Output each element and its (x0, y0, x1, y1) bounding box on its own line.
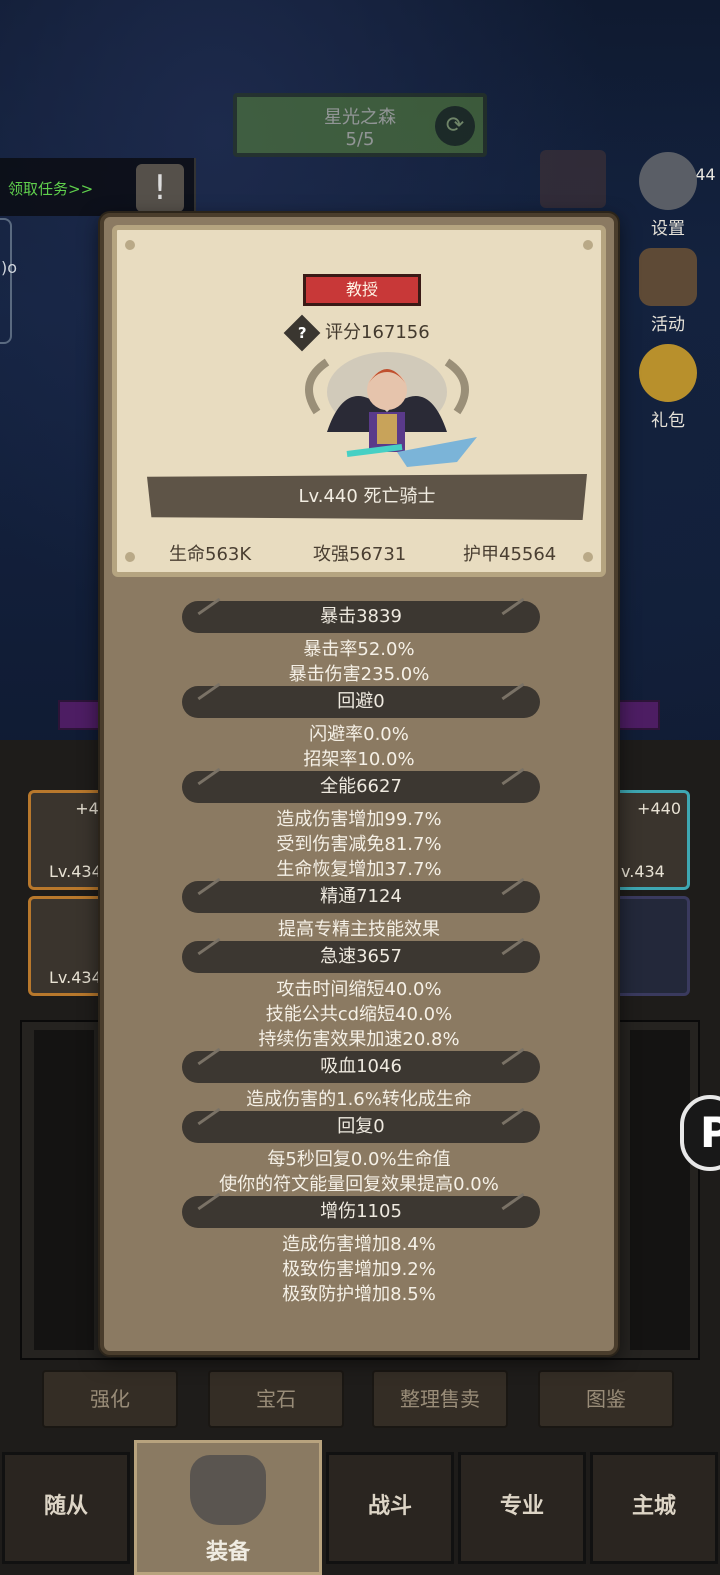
attr-line: 极致防护增加8.5% (282, 1284, 436, 1305)
attr-line: 受到伤害减免81.7% (276, 834, 442, 855)
equipment-level: Lv.434 (49, 862, 102, 881)
helmet-icon (190, 1455, 266, 1525)
attr-line: 生命恢复增加37.7% (276, 859, 442, 880)
inventory-column (34, 1030, 94, 1350)
floating-p-button[interactable]: P (680, 1095, 720, 1171)
settings-label: 设置 (651, 219, 685, 239)
settings-button[interactable]: 设置 (628, 152, 708, 239)
sort-sell-button[interactable]: 整理售卖 (372, 1370, 508, 1428)
attr-line: 每5秒回复0.0%生命值 (267, 1149, 451, 1170)
attr-line: 技能公共cd缩短40.0% (265, 1004, 453, 1025)
attr-header-crit: 暴击3839 (182, 597, 540, 633)
attr-line: 持续伤害效果加速20.8% (258, 1029, 460, 1050)
quest-box[interactable]: 领取任务>> ! (0, 158, 196, 216)
equipment-level: Lv.434 (49, 968, 102, 987)
tab-followers[interactable]: 随从 (2, 1452, 130, 1564)
refresh-icon[interactable]: ⟳ (435, 106, 475, 146)
quest-link[interactable]: 领取任务>> (8, 178, 93, 199)
attr-line: 造成伤害增加99.7% (276, 809, 442, 830)
codex-button[interactable]: 图鉴 (538, 1370, 674, 1428)
side-panel-text: )o (1, 258, 18, 277)
activity-button[interactable]: 活动 (628, 248, 708, 335)
attr-line: 招架率10.0% (303, 749, 415, 770)
attr-line: 暴击伤害235.0% (288, 664, 430, 685)
gift-button[interactable]: 礼包 (628, 344, 708, 431)
attr-header-lifesteal: 吸血1046 (182, 1047, 540, 1083)
attr-header-regen: 回复0 (182, 1107, 540, 1143)
attr-header-dodge: 回避0 (182, 682, 540, 718)
attr-line: 攻击时间缩短40.0% (276, 979, 442, 1000)
tab-battle[interactable]: 战斗 (326, 1452, 454, 1564)
attr-header-damage-bonus: 增伤1105 (182, 1192, 540, 1228)
side-panel[interactable] (0, 218, 12, 344)
score-value: 评分167156 (325, 322, 430, 343)
attr-line: 造成伤害增加8.4% (282, 1234, 436, 1255)
attr-line: 闪避率0.0% (309, 724, 409, 745)
attr-header-mastery: 精通7124 (182, 877, 540, 913)
armor-stat: 护甲45564 (463, 544, 557, 565)
soul-tower-icon[interactable] (540, 150, 606, 208)
rivet (125, 552, 135, 562)
exp-bar-right (612, 700, 660, 730)
hp-stat: 生命563K (169, 544, 252, 565)
rivet (125, 240, 135, 250)
tab-main-city[interactable]: 主城 (590, 1452, 718, 1564)
rivet (583, 552, 593, 562)
gift-label: 礼包 (651, 411, 685, 431)
activity-label: 活动 (651, 315, 685, 335)
hero-portrait (305, 352, 477, 467)
equipment-plus: +440 (637, 799, 681, 818)
equipment-level: v.434 (621, 862, 665, 881)
attack-stat: 攻强56731 (313, 544, 407, 565)
gem-button[interactable]: 宝石 (208, 1370, 344, 1428)
tab-equipment-label: 装备 (205, 1540, 250, 1565)
gift-icon (639, 344, 697, 402)
inventory-column (630, 1030, 690, 1350)
attr-line: 极致伤害增加9.2% (282, 1259, 436, 1280)
stage-banner[interactable]: 星光之森 5/5 ⟳ (233, 93, 487, 157)
enhance-button[interactable]: 强化 (42, 1370, 178, 1428)
gear-icon (639, 152, 697, 210)
character-card: 教授 ? 评分167156 Lv.440 死亡骑士 生命563K 攻强56731 … (112, 225, 606, 577)
scroll-icon (639, 248, 697, 306)
attr-line: 造成伤害的1.6%转化成生命 (246, 1089, 472, 1110)
attr-line: 暴击率52.0% (303, 639, 415, 660)
tab-equipment[interactable]: 装备 (134, 1440, 322, 1575)
attr-header-haste: 急速3657 (182, 937, 540, 973)
character-stats-modal[interactable]: 教授 ? 评分167156 Lv.440 死亡骑士 生命563K 攻强56731 … (100, 213, 618, 1355)
attr-line: 使你的符文能量回复效果提高0.0% (219, 1174, 499, 1195)
tab-profession[interactable]: 专业 (458, 1452, 586, 1564)
exclamation-icon[interactable]: ! (136, 164, 184, 212)
attr-header-versatility: 全能6627 (182, 767, 540, 803)
attr-line: 提高专精主技能效果 (278, 919, 440, 940)
rivet (583, 240, 593, 250)
title-badge: 教授 (303, 274, 421, 306)
character-name-bar: Lv.440 死亡骑士 (147, 474, 587, 520)
